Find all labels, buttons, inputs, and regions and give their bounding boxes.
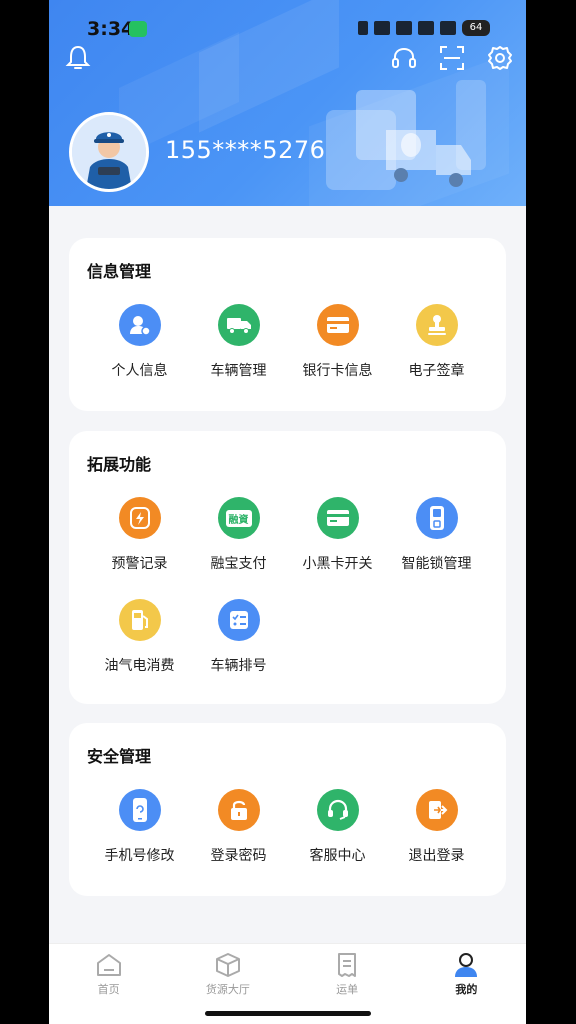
fuel-consumption-item[interactable]: 油气电消费 — [90, 599, 189, 675]
headset-icon — [316, 789, 359, 831]
item-label: 预警记录 — [111, 556, 168, 572]
battery-indicator: 64 — [462, 20, 490, 36]
wechat-notification-icon — [129, 21, 147, 37]
app-screen: 3:34 64 155****5276 信息管理 个人信息 车辆管理 银行卡信息… — [49, 0, 526, 1024]
tab-label: 我的 — [455, 983, 478, 996]
item-label: 客服中心 — [309, 848, 366, 864]
section-title: 拓展功能 — [87, 455, 152, 474]
tab-label: 首页 — [97, 983, 120, 996]
tab-home[interactable]: 首页 — [49, 944, 168, 1024]
logout-item[interactable]: 退出登录 — [387, 789, 486, 865]
bank-card-icon — [316, 304, 359, 346]
item-label: 车辆排号 — [210, 658, 267, 674]
headset-icon[interactable] — [390, 44, 418, 72]
item-label: 车辆管理 — [210, 363, 267, 379]
security-management-card: 安全管理 手机号修改 登录密码 客服中心 退出登录 — [69, 723, 506, 896]
scan-icon[interactable] — [438, 44, 466, 72]
home-icon — [96, 954, 121, 976]
rongbao-pay-item[interactable]: 融資 融宝支付 — [189, 497, 288, 573]
logout-icon — [415, 789, 458, 831]
bank-card-item[interactable]: 银行卡信息 — [288, 304, 387, 380]
bluetooth-icon — [358, 21, 368, 35]
item-label: 登录密码 — [210, 848, 267, 864]
vehicle-queue-item[interactable]: 车辆排号 — [189, 599, 288, 675]
section-title: 安全管理 — [87, 747, 152, 766]
checklist-icon — [217, 599, 260, 641]
system-icons: 64 — [358, 20, 490, 36]
item-label: 个人信息 — [111, 363, 168, 379]
smart-lock-item[interactable]: 智能锁管理 — [387, 497, 486, 573]
item-label: 手机号修改 — [104, 848, 175, 864]
box-icon — [215, 953, 240, 977]
item-label: 小黑卡开关 — [302, 556, 373, 572]
change-phone-item[interactable]: 手机号修改 — [90, 789, 189, 865]
item-label: 电子签章 — [408, 363, 465, 379]
signal-icon-2 — [418, 21, 434, 35]
item-label: 银行卡信息 — [302, 363, 373, 379]
gear-icon[interactable] — [486, 44, 514, 72]
lightning-icon — [118, 497, 161, 539]
customer-service-item[interactable]: 客服中心 — [288, 789, 387, 865]
black-card-switch-item[interactable]: 小黑卡开关 — [288, 497, 387, 573]
user-icon — [118, 304, 161, 346]
smart-lock-icon — [415, 497, 458, 539]
signal-icon — [396, 21, 412, 35]
bell-icon[interactable] — [65, 44, 91, 72]
wifi-icon — [440, 21, 456, 35]
receipt-icon — [338, 953, 357, 977]
stamp-icon — [415, 304, 458, 346]
item-label: 油气电消费 — [104, 658, 175, 674]
tab-label: 货源大厅 — [205, 983, 250, 996]
home-indicator[interactable] — [205, 1011, 371, 1016]
phone-icon — [118, 789, 161, 831]
tab-mine[interactable]: 我的 — [407, 944, 526, 1024]
earbuds-icon — [374, 21, 390, 35]
person-icon — [455, 953, 478, 977]
section-title: 信息管理 — [87, 262, 152, 281]
truck-icon — [217, 304, 260, 346]
item-label: 智能锁管理 — [401, 556, 472, 572]
extended-features-card: 拓展功能 预警记录 融資 融宝支付 小黑卡开关 智能锁管理 油气电消费 车辆排号 — [69, 431, 506, 704]
truck-illustration — [326, 80, 486, 190]
item-label: 融宝支付 — [210, 556, 267, 572]
vehicle-management-item[interactable]: 车辆管理 — [189, 304, 288, 380]
card-icon — [316, 497, 359, 539]
fuel-pump-icon — [118, 599, 161, 641]
user-phone-number: 155****5276 — [165, 136, 326, 164]
rongbao-badge: 融資 — [225, 509, 252, 527]
avatar[interactable] — [69, 112, 149, 192]
e-signature-item[interactable]: 电子签章 — [387, 304, 486, 380]
profile-header: 3:34 64 155****5276 — [49, 0, 526, 206]
lock-icon — [217, 789, 260, 831]
login-password-item[interactable]: 登录密码 — [189, 789, 288, 865]
status-time: 3:34 — [87, 18, 135, 40]
tab-label: 运单 — [336, 983, 359, 996]
rongbao-pay-icon: 融資 — [217, 497, 260, 539]
item-label: 退出登录 — [408, 848, 465, 864]
warning-records-item[interactable]: 预警记录 — [90, 497, 189, 573]
info-management-card: 信息管理 个人信息 车辆管理 银行卡信息 电子签章 — [69, 238, 506, 411]
personal-info-item[interactable]: 个人信息 — [90, 304, 189, 380]
